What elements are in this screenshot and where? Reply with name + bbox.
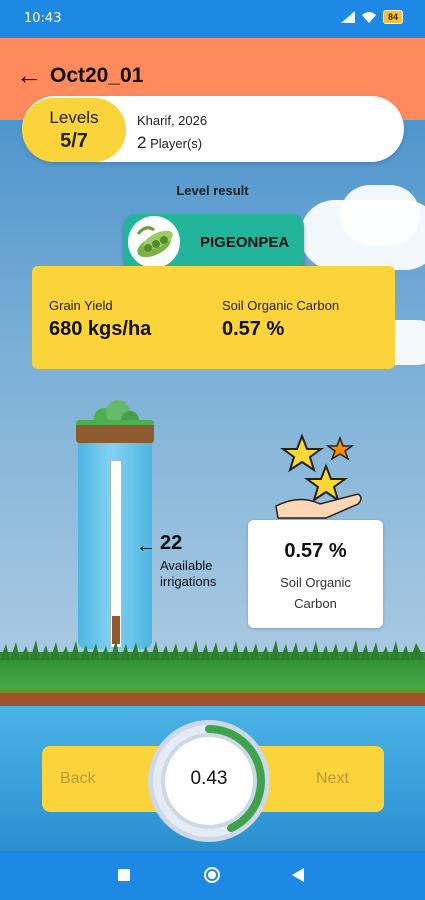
level-label: Levels	[49, 108, 99, 127]
soc-card-label-line2: Carbon	[294, 596, 337, 611]
progress-dial-center: 0.43	[165, 737, 253, 825]
players-count: 2	[137, 133, 147, 152]
battery-icon: 84	[382, 10, 403, 24]
recents-icon[interactable]	[118, 869, 130, 881]
well-soil	[76, 420, 154, 443]
level-badge: Levels 5/7	[22, 98, 126, 162]
signal-icon	[340, 11, 355, 23]
status-icons: 84	[340, 10, 403, 24]
crop-name: PIGEONPEA	[200, 234, 290, 251]
back-nav-icon[interactable]	[292, 868, 304, 882]
status-time: 10:43	[24, 11, 62, 26]
irrigation-label-line2: irrigations	[160, 574, 217, 589]
irrigation-count: 22	[160, 532, 183, 554]
season-text: Kharif, 2026	[137, 113, 208, 128]
soc-card-value: 0.57 %	[284, 540, 347, 562]
page-title: Oct20_01	[50, 64, 144, 87]
home-icon[interactable]	[203, 866, 221, 884]
status-bar: 10:43 84	[0, 0, 425, 38]
soc-label: Soil Organic Carbon	[222, 298, 340, 313]
arrow-left-icon: ←	[136, 535, 156, 557]
wifi-icon	[361, 12, 376, 23]
soc-value: 0.57 %	[222, 318, 285, 340]
level-result-heading: Level result	[176, 183, 249, 198]
irrigation-label-line1: Available	[160, 558, 213, 573]
hand-stars-icon	[275, 433, 362, 519]
irrigation-label: Available irrigations	[160, 558, 216, 590]
soc-card-label-line1: Soil Organic	[280, 575, 351, 590]
system-nav-bar	[0, 851, 425, 900]
players-label: Player(s)	[150, 136, 203, 151]
level-value: 5/7	[60, 130, 88, 152]
result-card: Grain Yield 680 kgs/ha Soil Organic Carb…	[32, 266, 395, 369]
pigeonpea-icon	[128, 216, 180, 268]
back-arrow-icon[interactable]: ←	[16, 62, 42, 88]
soc-card-label: Soil Organic Carbon	[248, 572, 383, 614]
next-button[interactable]: Next	[316, 770, 349, 788]
grain-yield-value: 680 kgs/ha	[49, 318, 152, 340]
back-button[interactable]: Back	[60, 770, 96, 788]
progress-value: 0.43	[190, 768, 228, 789]
soc-card: 0.57 % Soil Organic Carbon	[248, 520, 383, 628]
grain-yield-label: Grain Yield	[49, 298, 113, 313]
grass-blades	[0, 640, 425, 660]
players-text: 2 Player(s)	[137, 133, 202, 153]
